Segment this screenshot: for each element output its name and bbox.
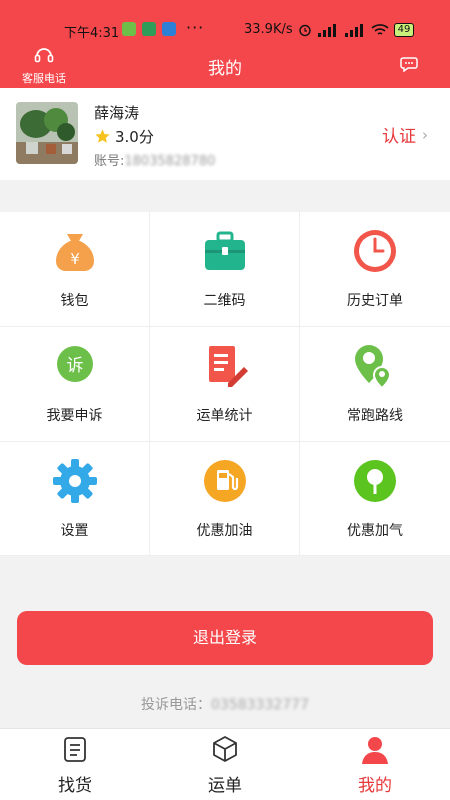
briefcase-icon: [205, 231, 245, 270]
menu-item-discount-gas[interactable]: 优惠加气: [300, 442, 450, 556]
menu-item-complaint[interactable]: 诉 我要申诉: [0, 327, 150, 442]
alarm-icon: [298, 24, 311, 36]
gas-pin-icon: [354, 460, 396, 502]
tab-label: 找货: [58, 776, 92, 796]
menu-label: 设置: [60, 523, 89, 539]
battery-indicator: 49: [393, 22, 415, 37]
clipboard-icon: [64, 737, 86, 762]
route-pin-icon: [355, 345, 392, 389]
gear-icon: [53, 459, 97, 503]
menu-label: 运单统计: [196, 408, 253, 424]
status-right: 33.9K/s 49: [244, 22, 415, 37]
signal-icon: [317, 23, 336, 37]
message-notification-icon: [162, 22, 176, 36]
certify-label: 认证: [382, 127, 416, 147]
account-label: 账号:: [94, 154, 125, 169]
page-title: 我的: [208, 59, 242, 79]
cube-icon: [213, 736, 237, 762]
rating-value: 3.0分: [115, 128, 154, 146]
menu-label: 二维码: [203, 293, 246, 309]
menu-item-history-orders[interactable]: 历史订单: [300, 212, 450, 327]
user-icon: [362, 737, 388, 764]
tab-mine[interactable]: 我的: [300, 729, 450, 800]
fuel-icon: [204, 460, 246, 502]
menu-item-waybill-stats[interactable]: 运单统计: [150, 327, 300, 442]
complaint-phone-number: 03583332777: [211, 697, 309, 713]
complaint-icon: 诉: [57, 346, 93, 382]
complaint-icon-text: 诉: [67, 356, 84, 376]
menu-item-discount-fuel[interactable]: 优惠加油: [150, 442, 300, 556]
star-icon: [95, 129, 110, 143]
account-number: 账号:18035828780: [94, 150, 215, 169]
status-time: 下午4:31: [64, 26, 120, 41]
tab-label: 我的: [358, 776, 392, 796]
clock-icon: [354, 230, 396, 272]
tab-find-goods[interactable]: 找货: [0, 729, 150, 800]
network-speed: 33.9K/s: [244, 22, 293, 37]
account-value: 18035828780: [124, 154, 216, 169]
menu-label: 优惠加气: [347, 523, 403, 539]
menu-label: 历史订单: [347, 293, 403, 309]
bottom-tab-bar: 找货 运单 我的: [0, 728, 450, 800]
user-rating: 3.0分: [94, 126, 154, 147]
signal-2-icon: [344, 23, 363, 37]
tab-waybill[interactable]: 运单: [150, 729, 300, 800]
user-name: 薛海涛: [94, 104, 140, 122]
menu-item-frequent-routes[interactable]: 常跑路线: [300, 327, 450, 442]
chevron-right-icon: ›: [422, 125, 428, 144]
svg-text:¥: ¥: [70, 250, 80, 268]
avatar-image: [16, 102, 78, 164]
function-grid: ¥ 钱包 二维码 历史订单 诉 我要申诉 运单统计 常跑路线 设置 优惠加油 优…: [0, 212, 450, 556]
app-notification-icon: [122, 22, 136, 36]
menu-item-qrcode[interactable]: 二维码: [150, 212, 300, 327]
profile-card[interactable]: 薛海涛 3.0分 账号:18035828780 认证 ›: [0, 88, 450, 180]
avatar[interactable]: [16, 102, 78, 164]
message-button[interactable]: [400, 56, 418, 76]
more-notifications-icon: ···: [186, 18, 205, 37]
certify-button[interactable]: 认证 ›: [382, 122, 428, 148]
wallet-icon: ¥: [56, 234, 94, 271]
menu-item-settings[interactable]: 设置: [0, 442, 150, 556]
notification-icons: [122, 22, 176, 36]
chat-bubble-icon: [400, 57, 418, 73]
shield-notification-icon: [142, 22, 156, 36]
tab-label: 运单: [208, 776, 242, 796]
wifi-icon: [371, 23, 389, 35]
top-bar: 下午4:31 ··· 33.9K/s 49 客服电话 我的: [0, 0, 450, 88]
complaint-phone-label: 投诉电话：: [141, 697, 211, 713]
status-bar: 下午4:31 ··· 33.9K/s 49: [0, 0, 450, 44]
menu-label: 常跑路线: [347, 408, 403, 424]
document-edit-icon: [209, 346, 248, 387]
menu-item-wallet[interactable]: ¥ 钱包: [0, 212, 150, 327]
complaint-phone[interactable]: 投诉电话：03583332777: [0, 694, 450, 714]
menu-label: 优惠加油: [196, 523, 253, 539]
menu-label: 我要申诉: [46, 408, 103, 424]
logout-button[interactable]: 退出登录: [17, 611, 433, 665]
menu-label: 钱包: [60, 293, 89, 309]
